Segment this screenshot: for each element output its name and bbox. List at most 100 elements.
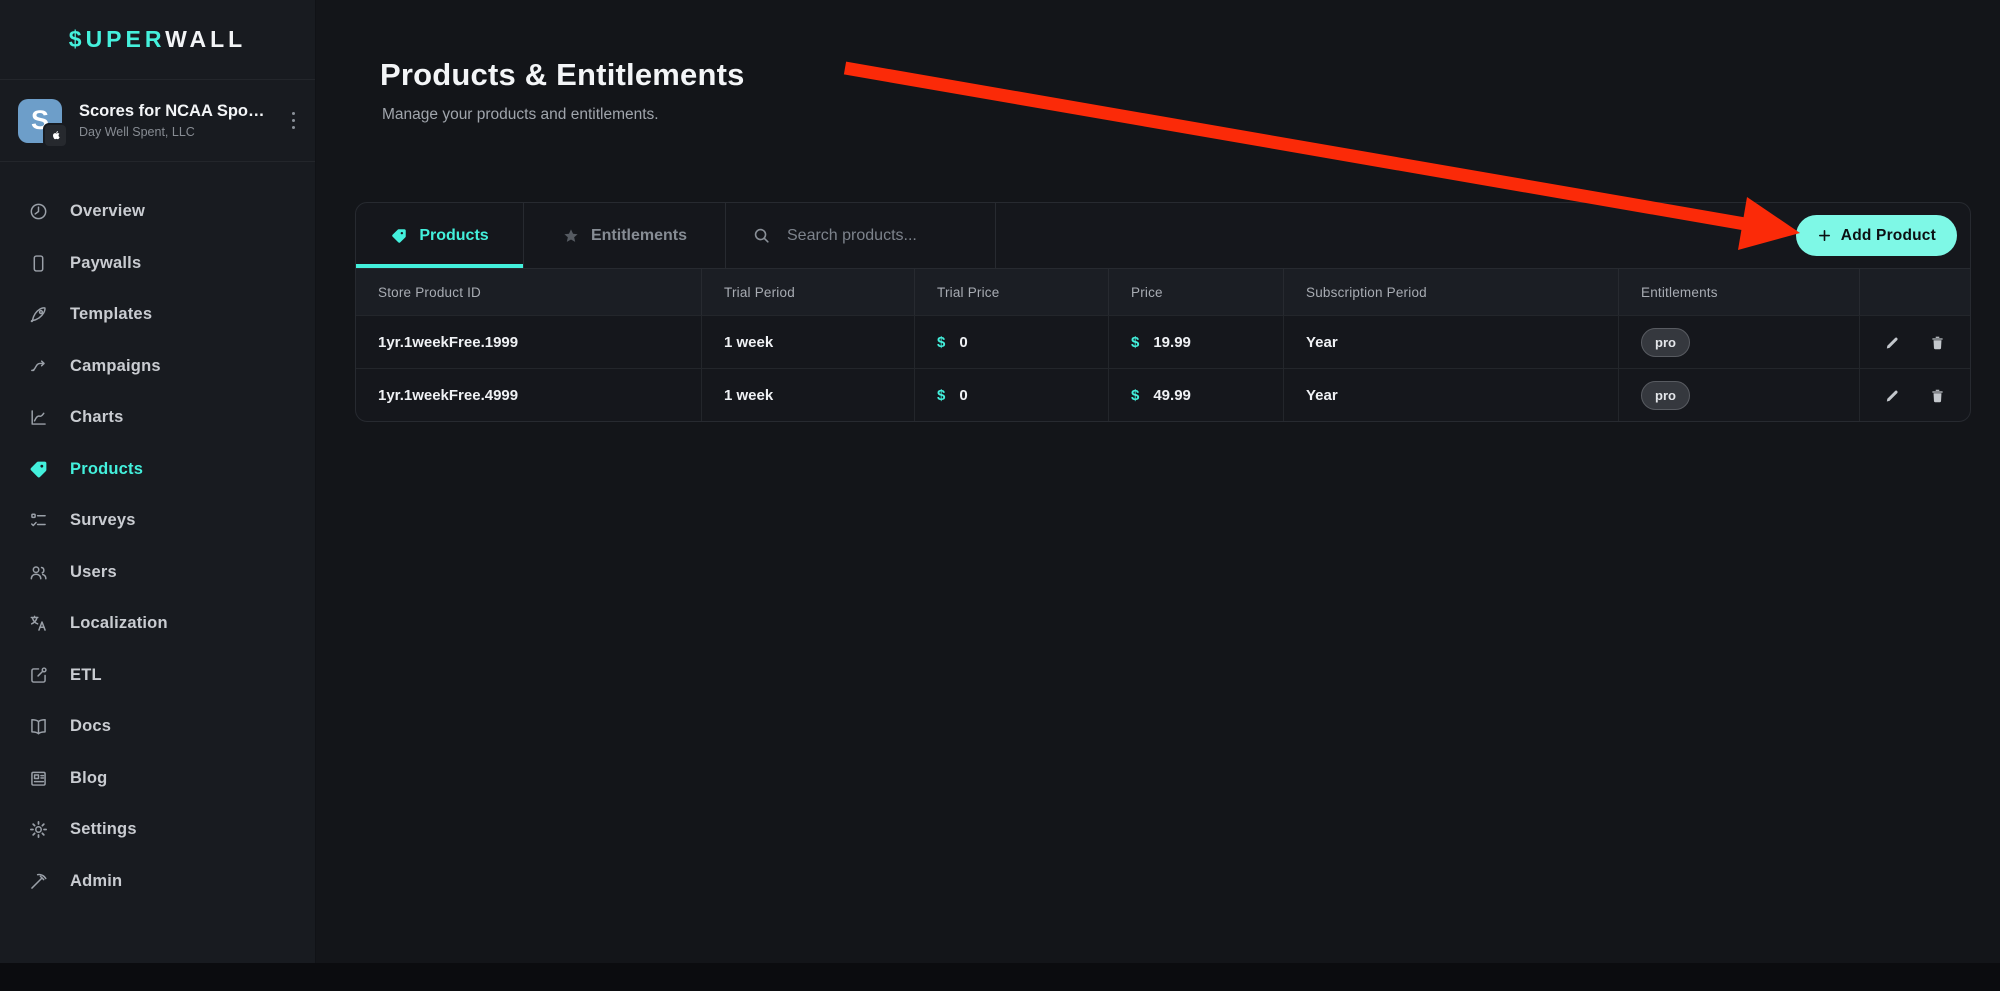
sidebar-item-label: Paywalls [70, 254, 141, 273]
cell-trial-period: 1 week [701, 369, 914, 421]
cell-trial-price-value: 0 [959, 334, 967, 351]
workspace-menu-button[interactable] [286, 108, 302, 134]
sidebar-item-label: Charts [70, 408, 123, 427]
logo-rest-text: WALL [165, 26, 246, 52]
cell-price-value: 19.99 [1153, 334, 1191, 351]
currency-symbol: $ [1131, 387, 1139, 404]
workspace-company: Day Well Spent, LLC [79, 125, 269, 139]
currency-symbol: $ [937, 387, 945, 404]
tab-row: Products Entitlements Add Product [356, 203, 1970, 269]
add-product-button[interactable]: Add Product [1796, 215, 1957, 256]
blog-icon [28, 768, 49, 789]
apple-icon [50, 129, 62, 141]
sidebar-item-localization[interactable]: Localization [0, 598, 315, 650]
sidebar-item-overview[interactable]: Overview [0, 186, 315, 238]
page-header: Products & Entitlements Manage your prod… [380, 57, 745, 124]
currency-symbol: $ [937, 334, 945, 351]
admin-icon [28, 871, 49, 892]
cell-entitlements: pro [1618, 369, 1859, 421]
workspace-selector[interactable]: S Scores for NCAA Spo… Day Well Spent, L… [0, 80, 315, 162]
app-icon: S [18, 99, 62, 143]
workspace-text: Scores for NCAA Spo… Day Well Spent, LLC [79, 102, 269, 139]
workspace-app-name: Scores for NCAA Spo… [79, 102, 269, 121]
products-panel: Products Entitlements Add Product [355, 202, 1971, 422]
etl-icon [28, 665, 49, 686]
sidebar-item-docs[interactable]: Docs [0, 701, 315, 753]
add-product-label: Add Product [1841, 227, 1936, 245]
edit-product-button[interactable] [1882, 385, 1903, 406]
sidebar-nav: Overview Paywalls Templates Campaigns Charts… [0, 162, 315, 907]
table-body: 1yr.1weekFree.19991 week$0$19.99Yearpro1… [356, 315, 1970, 421]
edit-product-button[interactable] [1882, 332, 1903, 353]
logo-area: $UPERWALL [0, 0, 315, 80]
page-subtitle: Manage your products and entitlements. [382, 106, 745, 124]
cell-subscription-period: Year [1283, 369, 1618, 421]
delete-product-button[interactable] [1927, 385, 1948, 406]
cell-price: $49.99 [1108, 369, 1283, 421]
tab-products[interactable]: Products [356, 203, 524, 268]
sidebar-item-campaigns[interactable]: Campaigns [0, 341, 315, 393]
cell-price: $19.99 [1108, 316, 1283, 368]
campaigns-icon [28, 356, 49, 377]
plus-icon [1817, 228, 1832, 243]
sidebar-item-label: Campaigns [70, 357, 161, 376]
entitlement-badge: pro [1641, 328, 1690, 357]
sidebar-item-users[interactable]: Users [0, 547, 315, 599]
column-header-subscription-period: Subscription Period [1283, 269, 1618, 315]
users-icon [28, 562, 49, 583]
paywalls-icon [28, 253, 49, 274]
templates-icon [28, 304, 49, 325]
tab-row-spacer [996, 203, 1796, 268]
cell-trial-price: $0 [914, 369, 1108, 421]
column-header-actions [1859, 269, 1970, 315]
sidebar-item-surveys[interactable]: Surveys [0, 495, 315, 547]
cell-price-value: 49.99 [1153, 387, 1191, 404]
cell-trial-period: 1 week [701, 316, 914, 368]
cell-actions [1859, 316, 1970, 368]
table-row[interactable]: 1yr.1weekFree.19991 week$0$19.99Yearpro [356, 315, 1970, 368]
sidebar-item-label: Docs [70, 717, 111, 736]
star-icon [562, 227, 580, 245]
currency-symbol: $ [1131, 334, 1139, 351]
cell-subscription-period: Year [1283, 316, 1618, 368]
active-tab-underline [356, 264, 523, 268]
cell-trial-price-value: 0 [959, 387, 967, 404]
cell-entitlements: pro [1618, 316, 1859, 368]
docs-icon [28, 716, 49, 737]
sidebar-item-settings[interactable]: Settings [0, 804, 315, 856]
sidebar-item-label: Users [70, 563, 117, 582]
column-header-store-product-id: Store Product ID [356, 269, 701, 315]
cell-trial-price: $0 [914, 316, 1108, 368]
sidebar-item-templates[interactable]: Templates [0, 289, 315, 341]
column-header-trial-price: Trial Price [914, 269, 1108, 315]
sidebar-item-paywalls[interactable]: Paywalls [0, 238, 315, 290]
cell-store-product-id: 1yr.1weekFree.1999 [356, 316, 701, 368]
sidebar-item-blog[interactable]: Blog [0, 753, 315, 805]
sidebar-item-charts[interactable]: Charts [0, 392, 315, 444]
superwall-logo[interactable]: $UPERWALL [69, 26, 246, 53]
delete-product-button[interactable] [1927, 332, 1948, 353]
bottom-strip [0, 963, 2000, 991]
page-title: Products & Entitlements [380, 57, 745, 93]
sidebar-item-label: Overview [70, 202, 145, 221]
column-header-trial-period: Trial Period [701, 269, 914, 315]
entitlement-badge: pro [1641, 381, 1690, 410]
sidebar-item-products[interactable]: Products [0, 444, 315, 496]
tab-entitlements[interactable]: Entitlements [524, 203, 726, 268]
superwall-dashboard: $UPERWALL S Scores for NCAA Spo… Day Wel… [0, 0, 2000, 991]
sidebar-item-etl[interactable]: ETL [0, 650, 315, 702]
sidebar-item-label: Products [70, 460, 143, 479]
table-row[interactable]: 1yr.1weekFree.49991 week$0$49.99Yearpro [356, 368, 1970, 421]
tab-products-label: Products [419, 227, 488, 245]
surveys-icon [28, 510, 49, 531]
table-header: Store Product ID Trial Period Trial Pric… [356, 269, 1970, 315]
sidebar-item-admin[interactable]: Admin [0, 856, 315, 908]
apple-platform-badge [43, 123, 68, 148]
search-box[interactable] [726, 203, 996, 268]
tab-entitlements-label: Entitlements [591, 227, 687, 245]
charts-icon [28, 407, 49, 428]
search-icon [752, 226, 771, 245]
search-input[interactable] [785, 226, 989, 246]
sidebar-item-label: ETL [70, 666, 102, 685]
main-content: Products & Entitlements Manage your prod… [316, 0, 2000, 991]
